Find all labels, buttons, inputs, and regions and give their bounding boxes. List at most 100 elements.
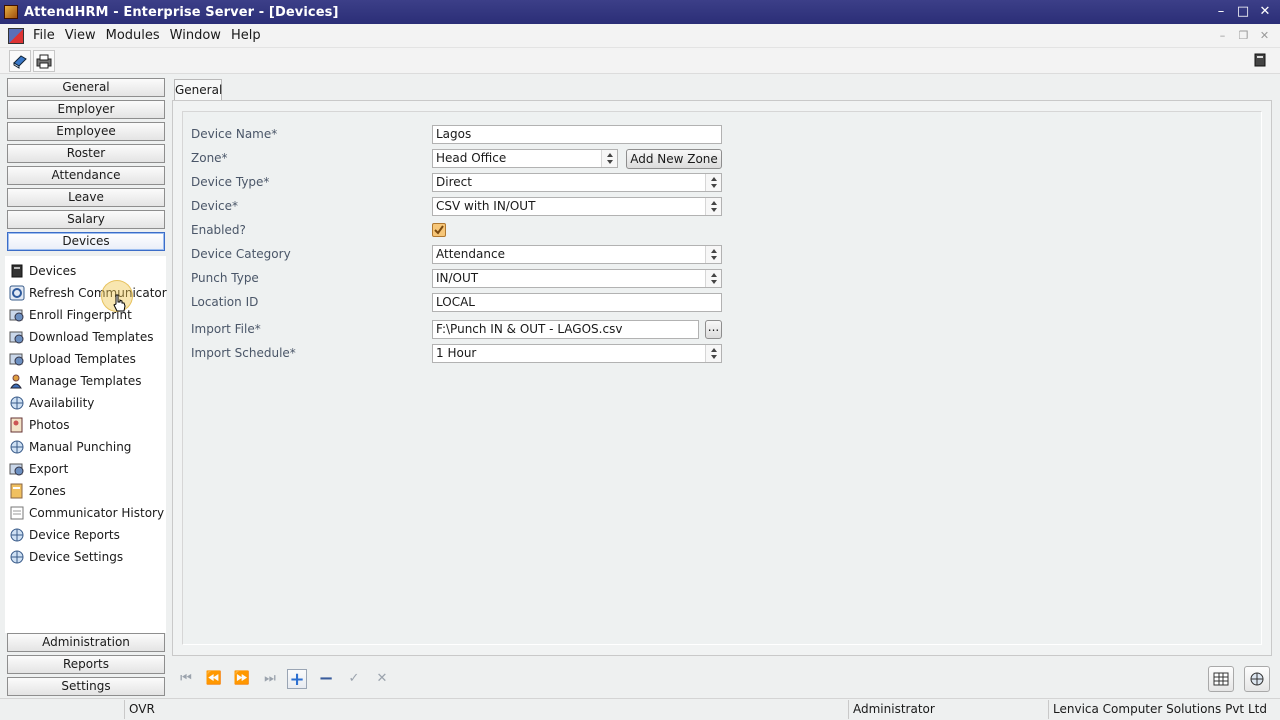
nav-general[interactable]: General — [7, 78, 165, 97]
submenu-label: Zones — [29, 484, 66, 498]
nav-employer[interactable]: Employer — [7, 100, 165, 119]
menu-file[interactable]: File — [28, 24, 60, 48]
mdi-child-icon[interactable] — [8, 27, 24, 44]
grid-icon — [1213, 672, 1229, 686]
submenu-communicator-history[interactable]: Communicator History — [9, 503, 164, 523]
upload-icon — [9, 351, 25, 367]
import-schedule-select[interactable]: 1 Hour — [432, 344, 722, 363]
status-bar: OVR Administrator Lenvica Computer Solut… — [0, 698, 1280, 720]
submenu-device-settings[interactable]: Device Settings — [9, 547, 123, 567]
submenu-zones[interactable]: Zones — [9, 481, 66, 501]
spin-arrows-icon[interactable] — [705, 174, 721, 191]
book-icon — [13, 55, 27, 69]
zone-select[interactable]: Head Office — [432, 149, 618, 168]
enabled-checkbox[interactable] — [432, 223, 446, 237]
menu-modules[interactable]: Modules — [101, 24, 165, 48]
nav-administration[interactable]: Administration — [7, 633, 165, 652]
nav-leave[interactable]: Leave — [7, 188, 165, 207]
browse-button[interactable]: ... — [705, 320, 722, 339]
import-schedule-value: 1 Hour — [436, 346, 477, 360]
mdi-close-button[interactable]: ✕ — [1257, 28, 1272, 43]
mdi-restore-button[interactable]: ❐ — [1236, 28, 1251, 43]
save-record-button[interactable]: ✓ — [344, 669, 364, 689]
minimize-button[interactable]: – — [1212, 3, 1230, 21]
nav-devices[interactable]: Devices — [7, 232, 165, 251]
mdi-minimize-button[interactable]: – — [1215, 28, 1230, 43]
next-record-button[interactable]: ⏩ — [232, 669, 252, 689]
maximize-button[interactable]: □ — [1234, 3, 1252, 21]
grid-view-button[interactable] — [1208, 666, 1234, 692]
refresh-view-button[interactable] — [1244, 666, 1270, 692]
submenu-refresh-communicator[interactable]: Refresh Communicator — [9, 283, 167, 303]
device-category-value: Attendance — [436, 247, 505, 261]
submenu-upload-templates[interactable]: Upload Templates — [9, 349, 136, 369]
spin-arrows-icon[interactable] — [705, 270, 721, 287]
submenu-label: Device Settings — [29, 550, 124, 564]
punch-type-select[interactable]: IN/OUT — [432, 269, 722, 288]
device-label: Device* — [191, 199, 239, 213]
history-icon — [9, 505, 25, 521]
menu-help[interactable]: Help — [226, 24, 266, 48]
submenu-export[interactable]: Export — [9, 459, 68, 479]
spin-arrows-icon[interactable] — [601, 150, 617, 167]
hand-cursor-icon — [113, 294, 126, 312]
nav-settings[interactable]: Settings — [7, 677, 165, 696]
reports-toolbar-button[interactable] — [33, 50, 55, 72]
submenu-download-templates[interactable]: Download Templates — [9, 327, 153, 347]
form-panel — [182, 111, 1262, 645]
nav-reports[interactable]: Reports — [7, 655, 165, 674]
submenu-manual-punching[interactable]: Manual Punching — [9, 437, 131, 457]
cancel-record-button[interactable]: ✕ — [372, 669, 392, 689]
submenu-device-reports[interactable]: Device Reports — [9, 525, 120, 545]
globe-icon — [9, 395, 25, 411]
submenu-label: Device Reports — [29, 528, 120, 542]
prev-record-button[interactable]: ⏪ — [204, 669, 224, 689]
submenu-availability[interactable]: Availability — [9, 393, 94, 413]
toolbar — [0, 48, 1280, 74]
import-file-input[interactable]: F:\Punch IN & OUT - LAGOS.csv — [432, 320, 699, 339]
spin-arrows-icon[interactable] — [705, 246, 721, 263]
submenu-label: Availability — [29, 396, 95, 410]
last-record-button[interactable]: ⏭ — [260, 669, 280, 689]
spin-arrows-icon[interactable] — [705, 345, 721, 362]
fingerprint-icon — [9, 307, 25, 323]
window-title: AttendHRM - Enterprise Server - [Devices… — [24, 4, 339, 20]
help-book-button[interactable] — [1250, 50, 1272, 72]
spin-arrows-icon[interactable] — [705, 198, 721, 215]
menu-view[interactable]: View — [60, 24, 101, 48]
nav-employee[interactable]: Employee — [7, 122, 165, 141]
zone-value: Head Office — [436, 151, 507, 165]
nav-salary[interactable]: Salary — [7, 210, 165, 229]
add-new-zone-button[interactable]: Add New Zone — [626, 149, 722, 169]
globe-icon — [9, 439, 25, 455]
submenu-label: Communicator History — [29, 506, 165, 520]
enabled-label: Enabled? — [191, 223, 246, 237]
device-name-input[interactable]: Lagos — [432, 125, 722, 144]
device-select[interactable]: CSV with IN/OUT — [432, 197, 722, 216]
device-category-select[interactable]: Attendance — [432, 245, 722, 264]
check-icon — [434, 225, 444, 235]
tab-general[interactable]: General — [174, 79, 222, 100]
export-icon — [9, 461, 25, 477]
delete-record-button[interactable]: − — [316, 669, 336, 689]
book-toolbar-button[interactable] — [9, 50, 31, 72]
device-type-select[interactable]: Direct — [432, 173, 722, 192]
add-record-button[interactable]: + — [287, 669, 307, 690]
first-record-button[interactable]: ⏮ — [176, 669, 196, 689]
submenu-photos[interactable]: Photos — [9, 415, 69, 435]
nav-roster[interactable]: Roster — [7, 144, 165, 163]
submenu-devices[interactable]: Devices — [9, 261, 76, 281]
nav-attendance[interactable]: Attendance — [7, 166, 165, 185]
punch-type-label: Punch Type — [191, 271, 259, 285]
location-id-input[interactable]: LOCAL — [432, 293, 722, 312]
submenu-manage-templates[interactable]: Manage Templates — [9, 371, 142, 391]
close-button[interactable]: ✕ — [1256, 3, 1274, 21]
zone-label: Zone* — [191, 151, 228, 165]
submenu-label: Manage Templates — [29, 374, 142, 388]
import-file-label: Import File* — [191, 322, 261, 336]
submenu-label: Devices — [29, 264, 77, 278]
device-type-label: Device Type* — [191, 175, 270, 189]
title-bar: AttendHRM - Enterprise Server - [Devices… — [0, 0, 1280, 24]
menu-window[interactable]: Window — [165, 24, 226, 48]
import-schedule-label: Import Schedule* — [191, 346, 296, 360]
